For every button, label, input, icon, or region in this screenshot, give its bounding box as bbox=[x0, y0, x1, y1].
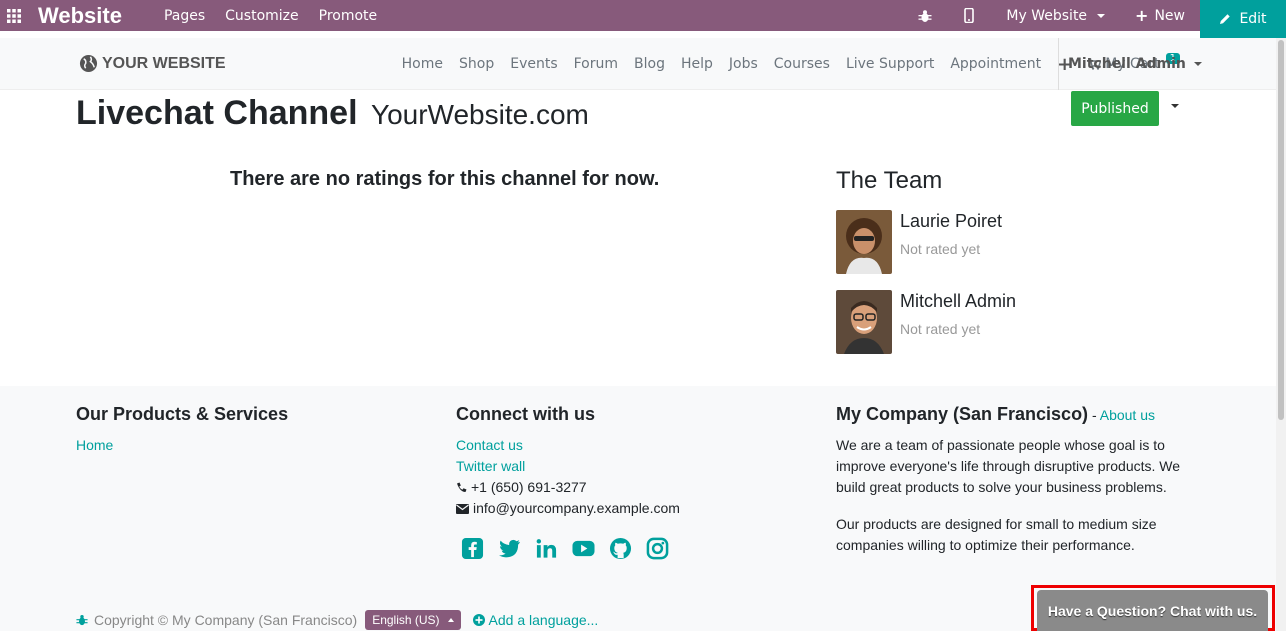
twitter-icon[interactable] bbox=[498, 537, 521, 560]
about-us-link[interactable]: About us bbox=[1100, 407, 1155, 423]
about-separator: - bbox=[1088, 407, 1100, 423]
nav-home[interactable]: Home bbox=[402, 56, 443, 72]
nav-appointment[interactable]: Appointment bbox=[950, 56, 1041, 72]
edit-button[interactable]: Edit bbox=[1200, 0, 1286, 38]
site-logo[interactable]: YOUR WEBSITE bbox=[79, 54, 226, 73]
nav-shop[interactable]: Shop bbox=[459, 56, 494, 72]
livechat-button[interactable]: Have a Question? Chat with us. bbox=[1037, 590, 1268, 631]
facebook-icon[interactable] bbox=[461, 537, 484, 560]
footer-link-twitter-wall[interactable]: Twitter wall bbox=[456, 456, 680, 477]
nav-events[interactable]: Events bbox=[510, 56, 557, 72]
footer-email: info@yourcompany.example.com bbox=[456, 498, 680, 519]
mobile-preview-icon[interactable] bbox=[947, 0, 991, 31]
footer-company-title: My Company (San Francisco) - About us bbox=[836, 404, 1186, 425]
user-name: Mitchell Admin bbox=[1068, 56, 1186, 72]
edit-label: Edit bbox=[1239, 11, 1267, 27]
youtube-icon[interactable] bbox=[572, 537, 595, 560]
logo-text: YOUR WEBSITE bbox=[102, 54, 226, 72]
copyright-bar: Copyright © My Company (San Francisco) E… bbox=[76, 610, 598, 630]
instagram-icon[interactable] bbox=[646, 537, 669, 560]
email-address: info@yourcompany.example.com bbox=[473, 500, 680, 516]
copyright-text: Copyright © My Company (San Francisco) bbox=[94, 612, 358, 628]
team-heading: The Team bbox=[836, 167, 943, 194]
social-links bbox=[461, 537, 680, 560]
footer-link-contact[interactable]: Contact us bbox=[456, 435, 680, 456]
plus-icon: + bbox=[1135, 6, 1149, 25]
publish-dropdown-chevron-icon[interactable] bbox=[1171, 104, 1179, 108]
nav-blog[interactable]: Blog bbox=[634, 56, 665, 72]
nav-forum[interactable]: Forum bbox=[574, 56, 618, 72]
new-button[interactable]: + New bbox=[1120, 0, 1200, 31]
member-rating: Not rated yet bbox=[900, 321, 981, 337]
chevron-down-icon bbox=[1193, 62, 1202, 66]
website-selector[interactable]: My Website bbox=[991, 0, 1120, 31]
team-member: Mitchell Admin Not rated yet bbox=[836, 290, 1136, 354]
website-selector-label: My Website bbox=[1006, 7, 1088, 24]
member-name: Mitchell Admin bbox=[900, 291, 1017, 311]
phone-icon bbox=[457, 482, 467, 492]
debug-bug-icon[interactable] bbox=[903, 0, 947, 31]
plus-circle-icon bbox=[472, 614, 485, 626]
member-rating: Not rated yet bbox=[900, 241, 981, 257]
footer-company-column: My Company (San Francisco) - About us We… bbox=[836, 404, 1186, 572]
pencil-icon bbox=[1220, 14, 1231, 24]
menu-promote[interactable]: Promote bbox=[319, 8, 378, 24]
company-description: We are a team of passionate people whose… bbox=[836, 437, 1181, 495]
linkedin-icon[interactable] bbox=[535, 537, 558, 560]
footer-products-title: Our Products & Services bbox=[76, 404, 289, 424]
site-header: YOUR WEBSITE Home Shop Events Forum Blog… bbox=[0, 38, 1276, 90]
nav-live-support[interactable]: Live Support bbox=[846, 56, 934, 72]
page-title: Livechat Channel YourWebsite.com bbox=[76, 94, 589, 133]
add-language-link[interactable]: Add a language... bbox=[472, 612, 599, 628]
footer-phone: +1 (650) 691-3277 bbox=[456, 477, 680, 498]
app-brand[interactable]: Website bbox=[38, 3, 122, 29]
odoo-top-bar: Website Pages Customize Promote My Websi… bbox=[0, 0, 1286, 38]
language-label: English (US) bbox=[372, 613, 440, 627]
new-label: New bbox=[1154, 7, 1185, 24]
footer-products-column: Our Products & Services Home bbox=[76, 404, 288, 456]
nav-courses[interactable]: Courses bbox=[774, 56, 830, 72]
language-selector[interactable]: English (US) bbox=[365, 610, 461, 630]
bug-icon bbox=[76, 615, 88, 626]
add-language-label: Add a language... bbox=[488, 612, 599, 628]
menu-customize[interactable]: Customize bbox=[225, 8, 299, 24]
channel-title: Livechat Channel bbox=[76, 94, 358, 132]
envelope-icon bbox=[456, 503, 469, 514]
nav-jobs[interactable]: Jobs bbox=[729, 56, 758, 72]
footer-connect-column: Connect with us Contact us Twitter wall … bbox=[456, 404, 680, 560]
avatar bbox=[836, 210, 892, 274]
footer-connect-title: Connect with us bbox=[456, 404, 595, 424]
team-member: Laurie Poiret Not rated yet bbox=[836, 210, 1136, 274]
user-menu[interactable]: Mitchell Admin bbox=[1058, 38, 1202, 90]
member-name: Laurie Poiret bbox=[900, 211, 1003, 231]
scrollbar-thumb[interactable] bbox=[1278, 40, 1284, 420]
chevron-up-icon bbox=[447, 618, 454, 622]
phone-number: +1 (650) 691-3277 bbox=[471, 479, 587, 495]
published-toggle-button[interactable]: Published bbox=[1071, 91, 1159, 126]
company-name: My Company (San Francisco) bbox=[836, 404, 1089, 424]
globe-icon bbox=[79, 54, 98, 73]
chevron-down-icon bbox=[1097, 13, 1106, 18]
menu-pages[interactable]: Pages bbox=[164, 8, 205, 24]
channel-subtitle: YourWebsite.com bbox=[370, 99, 589, 130]
footer-link-home[interactable]: Home bbox=[76, 435, 288, 456]
top-menu: Pages Customize Promote bbox=[164, 8, 377, 24]
company-products-text: Our products are designed for small to m… bbox=[836, 516, 1157, 553]
github-icon[interactable] bbox=[609, 537, 632, 560]
apps-menu-icon[interactable] bbox=[0, 0, 28, 31]
topbar-right: My Website + New Edit bbox=[903, 0, 1286, 38]
page-scrollbar[interactable] bbox=[1276, 38, 1286, 631]
avatar bbox=[836, 290, 892, 354]
no-ratings-message: There are no ratings for this channel fo… bbox=[230, 168, 660, 190]
nav-help[interactable]: Help bbox=[681, 56, 713, 72]
